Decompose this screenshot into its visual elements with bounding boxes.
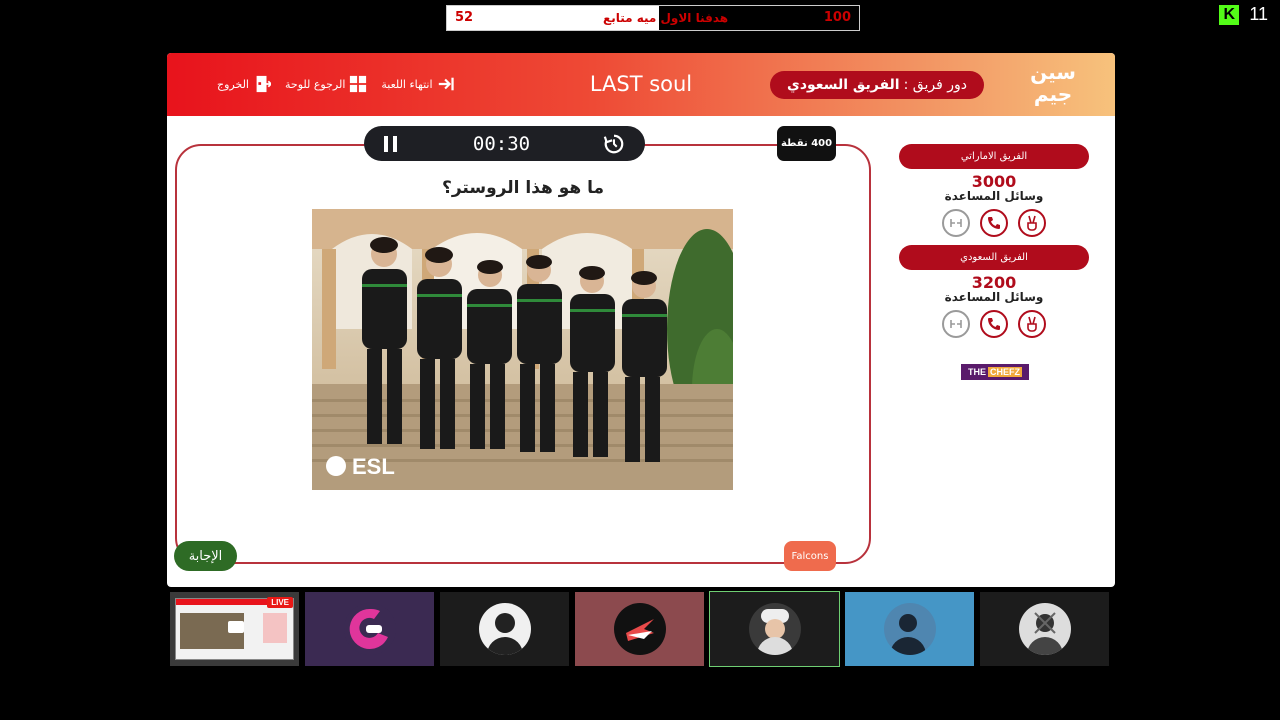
header-nav: انتهاء اللعبة الرجوع للوحة الخروج xyxy=(217,75,455,93)
two-answers-button[interactable] xyxy=(1018,310,1046,338)
swap-question-button[interactable] xyxy=(942,310,970,338)
avatar xyxy=(748,603,801,655)
follower-goal-bar: 52 هدفنا الاول ميه متابع 100 xyxy=(446,5,860,31)
kick-logo-icon: K xyxy=(1219,4,1240,25)
exit-button[interactable]: الخروج xyxy=(217,75,271,93)
call-friend-button[interactable] xyxy=(980,209,1008,237)
timer-text: 00:30 xyxy=(472,132,531,155)
avatar xyxy=(1018,603,1071,655)
swap-icon xyxy=(950,219,962,227)
team-card-uae: الفريق الاماراتي 3000 وسائل المساعدة xyxy=(899,144,1089,237)
question-image: ESL xyxy=(312,209,733,490)
team-photo: ESL xyxy=(312,209,733,490)
help-options xyxy=(899,310,1089,338)
arrow-right-icon xyxy=(438,77,454,91)
sponsor-part1: THE xyxy=(968,367,986,377)
question-timer: 00:30 xyxy=(364,126,645,161)
team-name: الفريق الاماراتي xyxy=(899,144,1089,169)
tile-participant-4[interactable] xyxy=(575,592,704,666)
two-answers-button[interactable] xyxy=(1018,209,1046,237)
exit-icon xyxy=(256,75,271,93)
avatar xyxy=(343,603,396,655)
end-game-label: انتهاء اللعبة xyxy=(381,77,433,91)
help-label: وسائل المساعدة xyxy=(944,189,1044,203)
pause-icon[interactable] xyxy=(384,135,400,152)
participant-tiles: LIVE xyxy=(170,591,1109,667)
grid-icon xyxy=(350,75,367,93)
swap-question-button[interactable] xyxy=(942,209,970,237)
reset-timer-icon[interactable] xyxy=(603,133,625,155)
sponsor-part2: CHEFZ xyxy=(988,367,1022,377)
viewer-count: 11 xyxy=(1249,4,1268,24)
goal-text: هدفنا الاول ميه متابع xyxy=(603,11,729,25)
viewer-counter: K 11 xyxy=(1219,4,1268,25)
goal-target-count: 100 xyxy=(823,10,851,25)
phone-icon xyxy=(988,217,1000,229)
peace-hand-icon xyxy=(1027,316,1037,332)
game-stage: سين جيم دور فريق : الفريق السعودي LAST s… xyxy=(167,53,1115,587)
avatar xyxy=(478,603,531,655)
esl-watermark: ESL xyxy=(352,454,395,479)
points-badge: 400 نقطة xyxy=(777,126,836,161)
help-label: وسائل المساعدة xyxy=(944,290,1044,304)
tile-participant-5-active[interactable] xyxy=(709,591,840,667)
call-friend-button[interactable] xyxy=(980,310,1008,338)
tile-participant-6[interactable] xyxy=(845,592,974,666)
help-options xyxy=(899,209,1089,237)
question-text: ما هو هذا الروستر؟ xyxy=(442,178,604,198)
tile-participant-2[interactable] xyxy=(305,592,434,666)
answer-button[interactable]: الإجابة xyxy=(174,541,237,571)
avatar xyxy=(883,603,936,655)
sponsor-logo: THE CHEFZ xyxy=(961,364,1029,380)
tile-participant-7[interactable] xyxy=(980,592,1109,666)
falcons-tag[interactable]: Falcons xyxy=(784,541,836,571)
avatar xyxy=(613,603,666,655)
end-game-button[interactable]: انتهاء اللعبة xyxy=(381,75,454,93)
live-badge: LIVE xyxy=(267,597,293,608)
exit-label: الخروج xyxy=(217,77,249,91)
team-card-saudi: الفريق السعودي 3200 وسائل المساعدة xyxy=(899,245,1089,338)
phone-icon xyxy=(988,318,1000,330)
peace-hand-icon xyxy=(1027,215,1037,231)
back-to-board-label: الرجوع للوحة xyxy=(285,77,346,91)
game-header: سين جيم دور فريق : الفريق السعودي LAST s… xyxy=(167,53,1115,116)
team-name: الفريق السعودي xyxy=(899,245,1089,270)
tile-stream-preview[interactable]: LIVE xyxy=(170,592,299,666)
goal-current-count: 52 xyxy=(455,10,474,25)
back-to-board-button[interactable]: الرجوع للوحة xyxy=(285,75,367,93)
tile-participant-3[interactable] xyxy=(440,592,569,666)
swap-icon xyxy=(950,320,962,328)
